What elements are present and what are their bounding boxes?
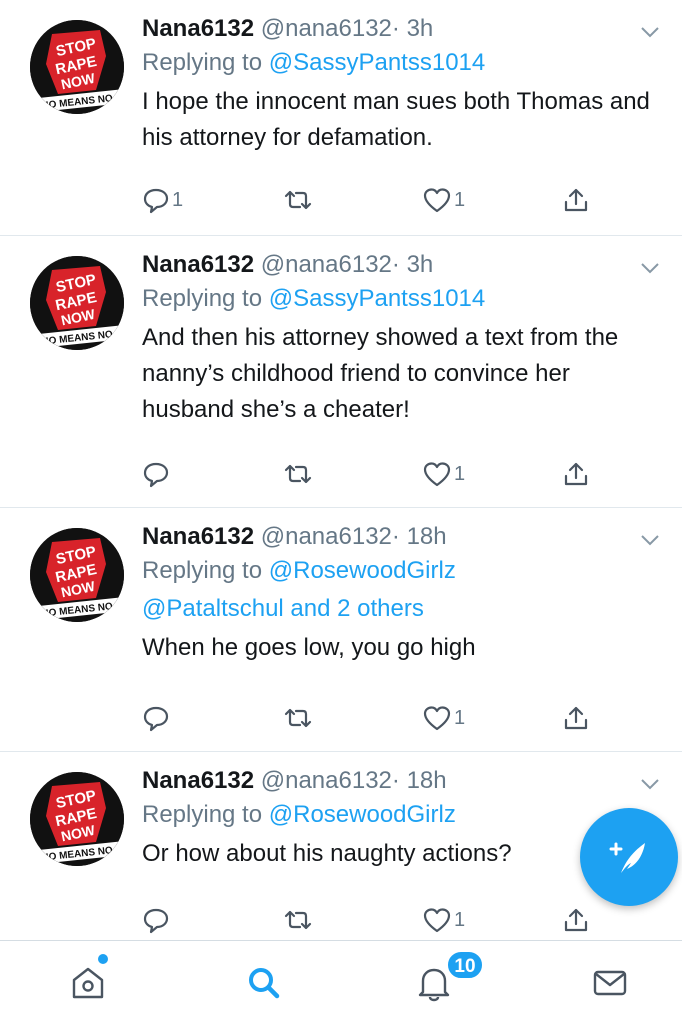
- share-icon: [564, 706, 588, 730]
- user-handle[interactable]: @nana6132: [261, 15, 392, 42]
- bottom-tab-bar: [0, 940, 682, 1024]
- reply-button[interactable]: [142, 702, 172, 734]
- replying-to-label: Replying to: [142, 285, 269, 312]
- like-count: 1: [454, 188, 466, 211]
- search-icon: [249, 968, 280, 999]
- replying-to: Replying to @SassyPantss1014: [142, 44, 662, 82]
- display-name[interactable]: Nana6132: [142, 767, 254, 794]
- share-icon: [564, 908, 588, 932]
- like-button[interactable]: 1: [422, 904, 465, 936]
- home-new-content-dot: [98, 954, 108, 964]
- replying-to-link[interactable]: @RosewoodGirlz: [269, 557, 456, 584]
- retweet-button[interactable]: [282, 904, 314, 936]
- user-handle[interactable]: @nana6132: [261, 523, 392, 550]
- display-name[interactable]: Nana6132: [142, 251, 254, 278]
- replying-to-others-link[interactable]: @Pataltschul and 2 others: [142, 595, 424, 622]
- replying-to-label: Replying to: [142, 557, 269, 584]
- messages-icon: [593, 970, 627, 996]
- user-handle[interactable]: @nana6132: [261, 251, 392, 278]
- reply-icon: [143, 188, 169, 214]
- reply-count: 1: [172, 188, 184, 211]
- reply-icon: [143, 908, 169, 934]
- avatar[interactable]: STOP RAPE NOW NO MEANS NO: [30, 20, 124, 114]
- share-icon: [564, 188, 588, 212]
- timestamp: · 3h: [391, 251, 434, 278]
- user-handle[interactable]: @nana6132: [261, 767, 392, 794]
- display-name[interactable]: Nana6132: [142, 523, 254, 550]
- tweet-text: When he goes low, you go high: [142, 634, 476, 661]
- timestamp: · 18h: [391, 523, 447, 550]
- like-button[interactable]: 1: [422, 184, 465, 216]
- like-count: 1: [454, 908, 466, 931]
- like-button[interactable]: 1: [422, 702, 465, 734]
- chevron-down-icon[interactable]: [640, 534, 660, 546]
- reply-button[interactable]: 1: [142, 184, 183, 216]
- replying-to: Replying to @RosewoodGirlz: [142, 796, 662, 834]
- share-icon: [564, 462, 588, 486]
- share-button[interactable]: [562, 184, 590, 216]
- tweet-header: Nana6132 @nana6132· 3h: [142, 14, 662, 44]
- retweet-icon: [284, 190, 312, 210]
- chevron-down-icon[interactable]: [640, 262, 660, 274]
- tweet[interactable]: STOP RAPE NOW NO MEANS NO Nana6132 @nana…: [0, 236, 682, 508]
- retweet-icon: [284, 708, 312, 728]
- avatar[interactable]: STOP RAPE NOW NO MEANS NO: [30, 772, 124, 866]
- replying-to-label: Replying to: [142, 49, 269, 76]
- avatar[interactable]: STOP RAPE NOW NO MEANS NO: [30, 256, 124, 350]
- chevron-down-icon[interactable]: [640, 778, 660, 790]
- tweet[interactable]: STOP RAPE NOW NO MEANS NO Nana6132 @nana…: [0, 0, 682, 236]
- replying-to: Replying to @SassyPantss1014: [142, 280, 662, 318]
- tweet-header: Nana6132 @nana6132· 3h: [142, 250, 662, 280]
- replying-to-link[interactable]: @SassyPantss1014: [269, 49, 485, 76]
- tweet-text: And then his attorney showed a text from…: [142, 324, 619, 423]
- stop-rape-now-logo-icon: STOP RAPE NOW NO MEANS NO: [30, 528, 124, 622]
- replying-to-label: Replying to: [142, 801, 269, 828]
- share-button[interactable]: [562, 702, 590, 734]
- notifications-badge: 10: [446, 950, 484, 980]
- heart-icon: [423, 462, 451, 487]
- like-count: 1: [454, 706, 466, 729]
- retweet-button[interactable]: [282, 702, 314, 734]
- retweet-icon: [284, 464, 312, 484]
- chevron-down-icon[interactable]: [640, 26, 660, 38]
- retweet-button[interactable]: [282, 184, 314, 216]
- reply-button[interactable]: [142, 904, 172, 936]
- compose-tweet-icon: [609, 842, 645, 873]
- stop-rape-now-logo-icon: STOP RAPE NOW NO MEANS NO: [30, 256, 124, 350]
- stop-rape-now-logo-icon: STOP RAPE NOW NO MEANS NO: [30, 20, 124, 114]
- reply-button[interactable]: [142, 458, 172, 490]
- like-button[interactable]: 1: [422, 458, 465, 490]
- reply-icon: [143, 462, 169, 488]
- replying-to: Replying to @RosewoodGirlz @Pataltschul …: [142, 552, 662, 628]
- replying-to-link[interactable]: @SassyPantss1014: [269, 285, 485, 312]
- tab-home[interactable]: [58, 955, 118, 1011]
- tweet-header: Nana6132 @nana6132· 18h: [142, 522, 662, 552]
- tab-messages[interactable]: [580, 955, 640, 1011]
- share-button[interactable]: [562, 904, 590, 936]
- share-button[interactable]: [562, 458, 590, 490]
- timestamp: · 18h: [391, 767, 447, 794]
- heart-icon: [423, 908, 451, 933]
- like-count: 1: [454, 462, 466, 485]
- tab-search[interactable]: [234, 955, 294, 1011]
- tweet-text: I hope the innocent man sues both Thomas…: [142, 88, 650, 151]
- home-icon: [72, 967, 104, 999]
- heart-icon: [423, 188, 451, 213]
- retweet-button[interactable]: [282, 458, 314, 490]
- timeline[interactable]: STOP RAPE NOW NO MEANS NO Nana6132 @nana…: [0, 0, 682, 940]
- compose-tweet-button[interactable]: [580, 808, 678, 906]
- avatar[interactable]: STOP RAPE NOW NO MEANS NO: [30, 528, 124, 622]
- timestamp: · 3h: [391, 15, 434, 42]
- tweet-header: Nana6132 @nana6132· 18h: [142, 766, 662, 796]
- display-name[interactable]: Nana6132: [142, 15, 254, 42]
- tweet[interactable]: STOP RAPE NOW NO MEANS NO Nana6132 @nana…: [0, 752, 682, 940]
- reply-icon: [143, 706, 169, 732]
- replying-to-link[interactable]: @RosewoodGirlz: [269, 801, 456, 828]
- retweet-icon: [284, 910, 312, 930]
- stop-rape-now-logo-icon: STOP RAPE NOW NO MEANS NO: [30, 772, 124, 866]
- heart-icon: [423, 706, 451, 731]
- tweet[interactable]: STOP RAPE NOW NO MEANS NO Nana6132 @nana…: [0, 508, 682, 752]
